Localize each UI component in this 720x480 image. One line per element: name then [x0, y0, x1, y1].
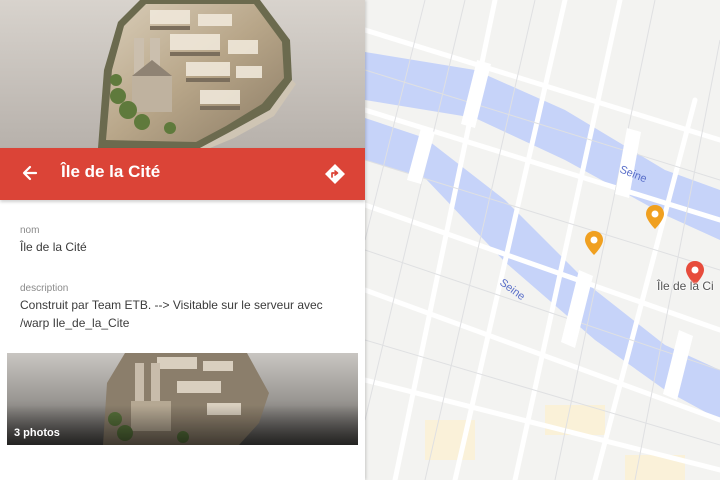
hero-photo[interactable] — [0, 0, 365, 148]
map-place-label: Île de la Ci — [657, 279, 714, 293]
place-title: Île de la Cité — [61, 162, 161, 181]
place-detail-panel: Île de la Cité nom Île de la Cité descri… — [0, 0, 365, 480]
map-pin-icon — [646, 205, 664, 229]
field-value-nom: Île de la Cité — [20, 240, 87, 254]
map-canvas: Seine Seine — [365, 0, 720, 480]
field-label-description: description — [20, 283, 69, 294]
arrow-left-icon — [22, 165, 38, 181]
island-illustration — [0, 0, 365, 148]
map-view[interactable]: Seine Seine Île de la Ci — [365, 0, 720, 480]
back-button[interactable] — [14, 160, 44, 188]
place-header: Île de la Cité — [0, 148, 365, 200]
directions-icon — [325, 164, 345, 184]
field-value-description: Construit par Team ETB. --> Visitable su… — [20, 298, 323, 330]
map-pin-icon — [585, 231, 603, 255]
directions-button[interactable] — [323, 162, 347, 186]
photos-count: 3 photos — [14, 427, 60, 439]
field-label-nom: nom — [20, 225, 40, 236]
photo-gallery-thumbnail[interactable]: 3 photos — [7, 353, 358, 445]
thumbnail-gradient — [7, 405, 358, 445]
